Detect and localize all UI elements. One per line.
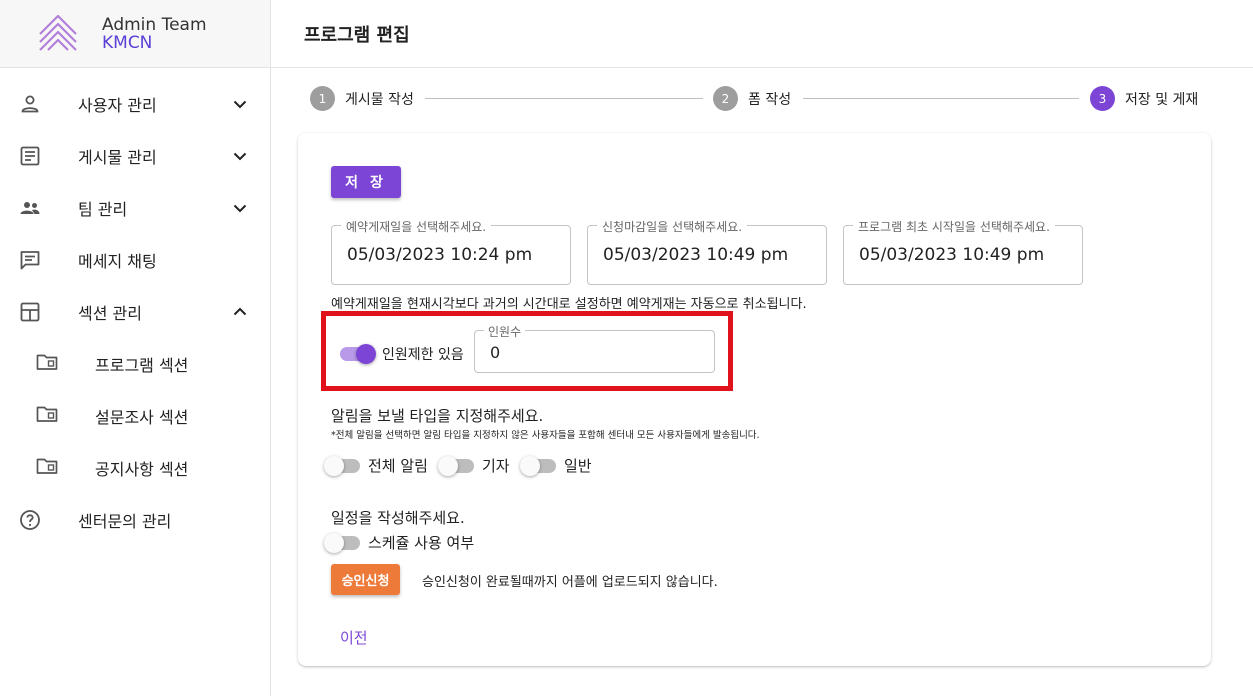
sidebar-subitem-notice[interactable]: 공지사항 섹션	[0, 442, 270, 494]
previous-button[interactable]: 이전	[340, 627, 368, 648]
step-label: 게시물 작성	[345, 91, 414, 108]
alert-type-title: 알림을 보낼 타입을 지정해주세요.	[331, 407, 544, 425]
brand-title: Admin Team	[102, 14, 207, 35]
page-title: 프로그램 편집	[304, 24, 410, 46]
toggle-thumb	[356, 344, 376, 364]
field-label: 인원수	[484, 323, 526, 340]
step-number: 3	[1090, 86, 1115, 111]
stepper: 1 게시물 작성 2 폼 작성 3 저장 및 게재	[271, 68, 1253, 130]
publish-date-field[interactable]: 예약게재일을 선택해주세요. 05/03/2023 10:24 pm	[331, 218, 571, 285]
start-date-field[interactable]: 프로그램 최초 시작일을 선택해주세요. 05/03/2023 10:49 pm	[843, 218, 1083, 285]
sidebar-subitem-program[interactable]: 프로그램 섹션	[0, 338, 270, 390]
step-connector	[425, 98, 703, 99]
toggle-track	[324, 455, 360, 476]
toggle-label: 인원제한 있음	[382, 347, 464, 363]
step-number: 1	[310, 86, 335, 111]
sidebar-item-posts[interactable]: 게시물 관리	[0, 130, 270, 182]
sidebar-item-label: 섹션 관리	[78, 304, 142, 323]
step-3: 3 저장 및 게재	[1090, 86, 1198, 111]
toggle-track	[324, 532, 360, 553]
toggle-thumb	[324, 532, 344, 553]
sidebar-item-label: 팀 관리	[78, 200, 128, 219]
sidebar-subitem-survey[interactable]: 설문조사 섹션	[0, 390, 270, 442]
field-value: 05/03/2023 10:49 pm	[603, 245, 789, 265]
alert-general-toggle[interactable]: 일반	[520, 455, 592, 476]
chevron-down-icon	[233, 152, 247, 161]
step-1: 1 게시물 작성	[310, 86, 414, 111]
save-button[interactable]: 저 장	[331, 166, 401, 198]
toggle-label: 전체 알림	[368, 457, 428, 475]
sidebar-item-sections[interactable]: 섹션 관리	[0, 286, 270, 338]
publish-notice: 예약게재일을 현재시각보다 과거의 시간대로 설정하면 예약게재는 자동으로 취…	[331, 297, 807, 312]
field-value: 0	[490, 343, 501, 362]
toggle-label: 기자	[482, 457, 510, 475]
step-2: 2 폼 작성	[713, 86, 791, 111]
sidebar-item-label: 게시물 관리	[78, 148, 157, 167]
group-icon	[18, 196, 42, 220]
sidebar-item-label: 사용자 관리	[78, 96, 157, 115]
limit-toggle[interactable]: 인원제한 있음	[340, 344, 464, 364]
dashboard-icon	[18, 300, 42, 324]
logo-icon	[39, 14, 77, 51]
field-label: 예약게재일을 선택해주세요.	[341, 218, 492, 235]
brand[interactable]: Admin Team KMCN	[0, 0, 270, 68]
sidebar-item-chat[interactable]: 메세지 채팅	[0, 234, 270, 286]
step-number: 2	[713, 86, 738, 111]
chat-icon	[18, 248, 42, 272]
step-connector	[803, 98, 1079, 99]
step-label: 저장 및 게재	[1125, 91, 1199, 108]
alert-all-toggle[interactable]: 전체 알림	[324, 455, 428, 476]
brand-subtitle: KMCN	[102, 32, 153, 53]
article-icon	[18, 144, 42, 168]
help-icon	[18, 508, 42, 532]
toggle-thumb	[520, 455, 540, 476]
chevron-down-icon	[233, 100, 247, 109]
chevron-down-icon	[233, 204, 247, 213]
sidebar: Admin Team KMCN 사용자 관리 게시물 관리 팀 관리 메세지 채…	[0, 0, 271, 696]
approve-note: 승인신청이 완료될때까지 어플에 업로드되지 않습니다.	[422, 575, 718, 590]
form-card: 저 장 예약게재일을 선택해주세요. 05/03/2023 10:24 pm 신…	[298, 133, 1211, 666]
schedule-toggle[interactable]: 스케쥴 사용 여부	[324, 532, 475, 553]
alert-type-note: *전체 알림을 선택하면 알림 타입을 지정하지 않은 사용자들을 포함해 센터…	[331, 430, 760, 441]
toggle-label: 일반	[564, 457, 592, 475]
sidebar-item-teams[interactable]: 팀 관리	[0, 182, 270, 234]
folder-icon	[35, 454, 59, 482]
toggle-track	[520, 455, 556, 476]
headcount-input[interactable]: 인원수 0	[474, 323, 715, 373]
sidebar-item-label: 센터문의 관리	[78, 512, 172, 531]
toggle-label: 스케쥴 사용 여부	[368, 534, 475, 552]
folder-icon	[35, 350, 59, 378]
approve-request-button[interactable]: 승인신청	[331, 564, 400, 595]
field-value: 05/03/2023 10:49 pm	[859, 245, 1045, 265]
sidebar-subitem-label: 공지사항 섹션	[95, 460, 189, 479]
field-label: 프로그램 최초 시작일을 선택해주세요.	[853, 218, 1055, 235]
alert-reporter-toggle[interactable]: 기자	[438, 455, 510, 476]
person-icon	[18, 92, 42, 116]
schedule-title: 일정을 작성해주세요.	[331, 509, 465, 527]
page-header: 프로그램 편집	[271, 0, 1253, 68]
toggle-track	[340, 344, 376, 364]
chevron-up-icon	[233, 307, 247, 316]
sidebar-nav: 사용자 관리 게시물 관리 팀 관리 메세지 채팅 섹션 관리 프로그램 섹션 …	[0, 68, 270, 546]
step-label: 폼 작성	[748, 91, 792, 108]
sidebar-item-inquiry[interactable]: 센터문의 관리	[0, 494, 270, 546]
field-value: 05/03/2023 10:24 pm	[347, 245, 533, 265]
sidebar-item-users[interactable]: 사용자 관리	[0, 78, 270, 130]
sidebar-subitem-label: 프로그램 섹션	[95, 356, 189, 375]
toggle-track	[438, 455, 474, 476]
toggle-thumb	[324, 455, 344, 476]
sidebar-subitem-label: 설문조사 섹션	[95, 408, 189, 427]
field-label: 신청마감일을 선택해주세요.	[597, 218, 748, 235]
folder-icon	[35, 402, 59, 430]
sidebar-item-label: 메세지 채팅	[78, 252, 157, 271]
toggle-thumb	[438, 455, 458, 476]
deadline-date-field[interactable]: 신청마감일을 선택해주세요. 05/03/2023 10:49 pm	[587, 218, 827, 285]
